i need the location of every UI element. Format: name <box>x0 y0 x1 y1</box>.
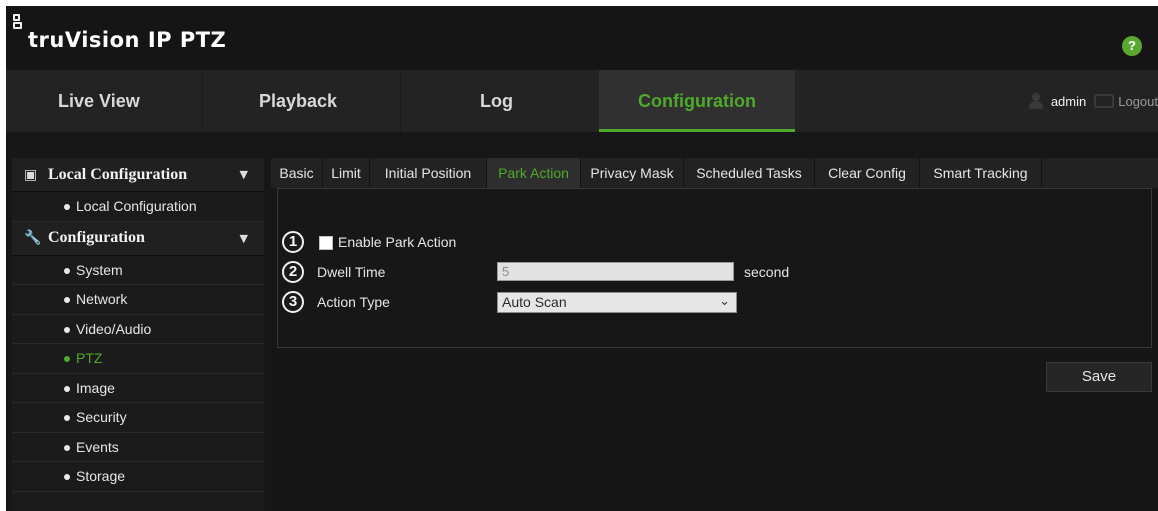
sidebar-item-label: Video/Audio <box>76 320 152 337</box>
sidebar-item-label: PTZ <box>76 350 103 367</box>
bullet-icon <box>64 297 70 303</box>
sidebar-item-label: Storage <box>76 468 126 485</box>
subtab-park-action[interactable]: Park Action <box>487 158 581 188</box>
sidebar-item-local-configuration[interactable]: Local Configuration <box>12 192 264 222</box>
sidebar-item-label: Events <box>76 438 119 455</box>
subtab-basic[interactable]: Basic <box>271 158 323 188</box>
wrench-icon: 🔧 <box>24 230 42 246</box>
sidebar-section-configuration[interactable]: 🔧 Configuration ▼ <box>12 221 264 256</box>
sidebar-item-label: Local Configuration <box>76 198 197 215</box>
save-button[interactable]: Save <box>1046 362 1152 392</box>
bullet-icon <box>64 474 70 480</box>
bullet-icon <box>64 385 70 392</box>
bullet-icon <box>64 415 70 421</box>
logout-icon[interactable] <box>1094 94 1115 108</box>
tab-configuration[interactable]: Configuration <box>599 70 795 132</box>
dwell-time-input[interactable]: 5 <box>497 262 734 281</box>
sidebar-section-label: Local Configuration <box>48 165 188 183</box>
bullet-icon <box>64 356 70 362</box>
logout-link[interactable]: Logout <box>1118 94 1158 109</box>
bullet-icon <box>64 267 70 274</box>
sidebar-item-system[interactable]: System <box>12 256 264 285</box>
logo: truVision IP PTZ <box>12 14 226 54</box>
subtab-smart-tracking[interactable]: Smart Tracking <box>920 158 1042 188</box>
sidebar-item-security[interactable]: Security <box>12 403 264 433</box>
subtab-initial-position[interactable]: Initial Position <box>370 158 487 188</box>
callout-marker: 1 <box>282 231 304 253</box>
sidebar-item-label: Network <box>76 291 128 308</box>
help-button[interactable]: ? <box>1122 36 1142 56</box>
action-type-select[interactable]: Auto Scan ⌄ <box>497 292 737 313</box>
dwell-time-label: Dwell Time <box>317 264 386 280</box>
app-window: truVision IP PTZ ? Live View Playback Lo… <box>6 6 1158 511</box>
bullet-icon <box>64 204 70 210</box>
sidebar-item-network[interactable]: Network <box>12 285 264 315</box>
tab-live-view[interactable]: Live View <box>58 70 140 132</box>
sidebar-item-events[interactable]: Events <box>12 433 264 462</box>
sidebar-item-label: Image <box>76 379 115 396</box>
sidebar-item-storage[interactable]: Storage <box>12 462 264 492</box>
park-action-panel: 1 Enable Park Action 2 Dwell Time 5 seco… <box>277 188 1152 348</box>
main-nav: Live View Playback Log Configuration adm… <box>6 70 1158 132</box>
callout-marker: 3 <box>282 291 304 313</box>
sidebar-section-label: Configuration <box>48 229 145 246</box>
logo-mark-icon <box>12 14 28 36</box>
dwell-time-row: 2 Dwell Time 5 second <box>282 259 1155 285</box>
subtab-clear-config[interactable]: Clear Config <box>815 158 920 188</box>
sidebar-item-label: Security <box>76 409 127 426</box>
chevron-down-icon: ⌄ <box>719 294 730 309</box>
ptz-subtabs: Basic Limit Initial Position Park Action… <box>271 158 1158 188</box>
bullet-icon <box>64 326 70 333</box>
user-icon <box>1027 93 1045 109</box>
action-type-row: 3 Action Type Auto Scan ⌄ <box>282 289 1155 315</box>
nav-divider <box>400 70 401 132</box>
title-bar: truVision IP PTZ ? <box>6 6 1158 68</box>
chevron-down-icon: ▼ <box>239 168 248 181</box>
logo-text: truVision IP PTZ <box>28 28 227 52</box>
sidebar-item-image[interactable]: Image <box>12 374 264 403</box>
enable-park-action-checkbox[interactable] <box>319 236 333 250</box>
sidebar: ▣ Local Configuration ▼ Local Configurat… <box>12 158 264 511</box>
bullet-icon <box>64 444 70 451</box>
subtab-limit[interactable]: Limit <box>323 158 370 188</box>
monitor-icon: ▣ <box>24 166 38 183</box>
user-name: admin <box>1050 93 1087 109</box>
subtab-privacy-mask[interactable]: Privacy Mask <box>581 158 684 188</box>
sidebar-item-ptz[interactable]: PTZ <box>12 344 264 374</box>
sidebar-item-label: System <box>76 261 123 278</box>
enable-park-action-label: Enable Park Action <box>338 234 457 250</box>
sidebar-section-local-configuration[interactable]: ▣ Local Configuration ▼ <box>12 158 264 192</box>
nav-divider <box>202 70 203 132</box>
tab-playback[interactable]: Playback <box>259 70 337 132</box>
tab-log[interactable]: Log <box>480 70 513 132</box>
action-type-label: Action Type <box>317 294 390 310</box>
enable-park-action-row: 1 Enable Park Action <box>282 229 1155 255</box>
chevron-down-icon: ▼ <box>239 231 248 245</box>
action-type-value: Auto Scan <box>502 294 567 310</box>
sidebar-item-video-audio[interactable]: Video/Audio <box>12 315 264 344</box>
dwell-time-unit: second <box>744 264 790 280</box>
callout-marker: 2 <box>282 261 304 283</box>
subtab-scheduled-tasks[interactable]: Scheduled Tasks <box>684 158 815 188</box>
user-area: admin Logout <box>1027 70 1158 132</box>
content-area: Basic Limit Initial Position Park Action… <box>271 158 1158 511</box>
